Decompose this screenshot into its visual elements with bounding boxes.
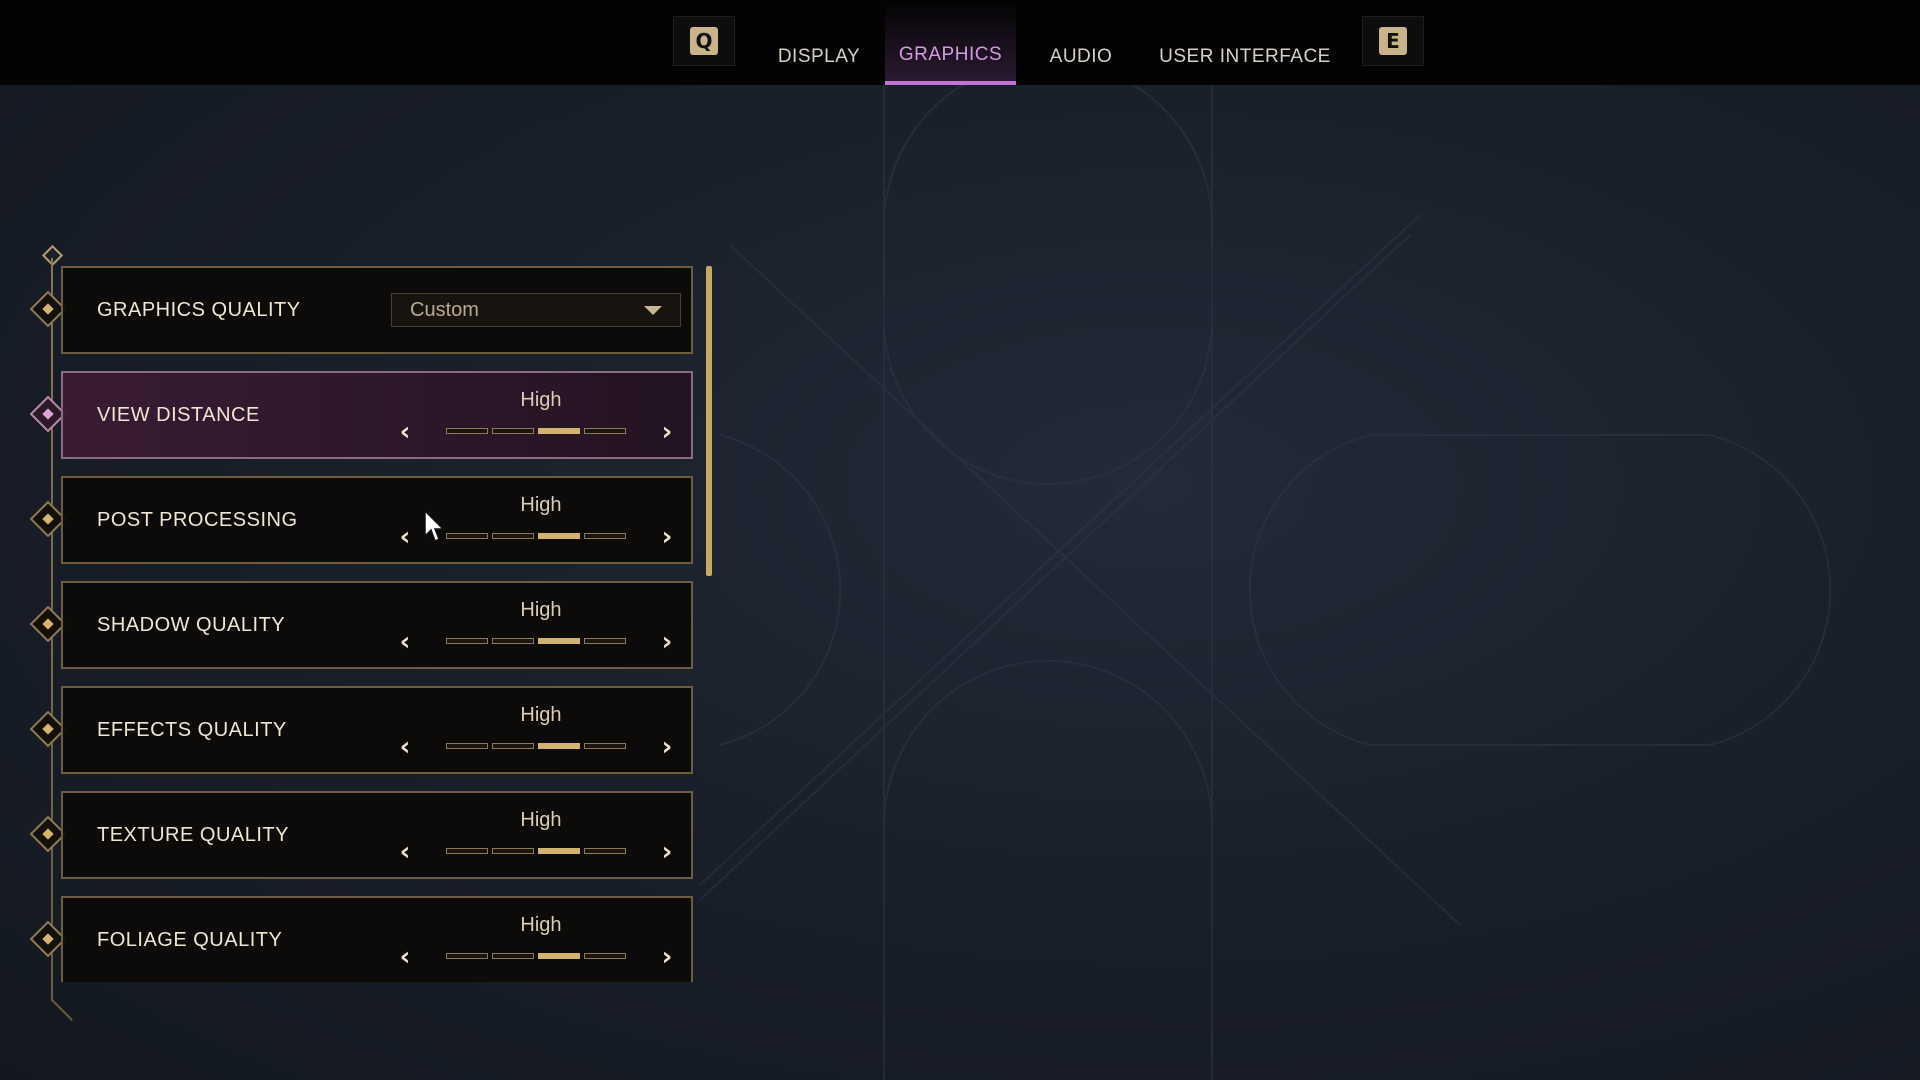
setting-row-texture-quality[interactable]: TEXTURE QUALITY High ‹ › [61,791,693,879]
level-pip-active [538,428,580,434]
dropdown-value: Custom [410,298,479,321]
level-pip [492,638,534,644]
level-pip [584,533,626,539]
chevron-left-icon[interactable]: ‹ [395,419,415,445]
setting-value: High [520,914,562,936]
level-pip [446,848,488,854]
level-pip [492,848,534,854]
level-pip [584,743,626,749]
level-pip [446,533,488,539]
level-indicator [446,743,626,749]
setting-value: High [520,494,562,516]
level-indicator [446,533,626,539]
setting-value: High [520,599,562,621]
level-pip [446,743,488,749]
tab-graphics[interactable]: GRAPHICS [885,0,1016,85]
q-key-icon: Q [690,27,718,55]
caret-down-icon [644,306,662,315]
level-pip [446,638,488,644]
setting-row-post-processing[interactable]: POST PROCESSING High ‹ › [61,476,693,564]
setting-label: SHADOW QUALITY [97,613,286,636]
next-tab-key-button[interactable]: E [1362,16,1424,66]
chevron-left-icon[interactable]: ‹ [395,734,415,760]
settings-scrollbar[interactable] [706,266,712,576]
level-pip [584,638,626,644]
tab-display[interactable]: DISPLAY [760,0,878,85]
setting-row-graphics-quality[interactable]: GRAPHICS QUALITY Custom [61,266,693,354]
chevron-right-icon[interactable]: › [657,419,677,445]
setting-row-foliage-quality[interactable]: FOLIAGE QUALITY High ‹ › [61,896,693,982]
setting-row-effects-quality[interactable]: EFFECTS QUALITY High ‹ › [61,686,693,774]
level-pip [446,953,488,959]
setting-value: High [520,704,562,726]
level-pip-active [538,953,580,959]
chevron-left-icon[interactable]: ‹ [395,629,415,655]
level-indicator [446,638,626,644]
chevron-left-icon[interactable]: ‹ [395,839,415,865]
level-indicator [446,953,626,959]
level-pip-active [538,848,580,854]
level-pip [492,953,534,959]
setting-label: VIEW DISTANCE [97,403,260,426]
chevron-right-icon[interactable]: › [657,839,677,865]
level-pip [584,428,626,434]
level-pip-active [538,743,580,749]
level-pip-active [538,638,580,644]
level-pip [446,428,488,434]
setting-row-view-distance[interactable]: VIEW DISTANCE High ‹ › [61,371,693,459]
level-pip [584,848,626,854]
setting-value: High [520,389,562,411]
setting-label: GRAPHICS QUALITY [97,298,301,321]
graphics-quality-dropdown[interactable]: Custom [391,293,681,327]
setting-row-shadow-quality[interactable]: SHADOW QUALITY High ‹ › [61,581,693,669]
chevron-right-icon[interactable]: › [657,524,677,550]
mouse-cursor-icon [424,510,445,543]
level-pip-active [538,533,580,539]
chevron-left-icon[interactable]: ‹ [395,524,415,550]
setting-label: FOLIAGE QUALITY [97,928,283,951]
chevron-right-icon[interactable]: › [657,944,677,970]
chevron-right-icon[interactable]: › [657,734,677,760]
setting-value: High [520,809,562,831]
chevron-right-icon[interactable]: › [657,629,677,655]
prev-tab-key-button[interactable]: Q [673,16,735,66]
level-pip [492,428,534,434]
chevron-left-icon[interactable]: ‹ [395,944,415,970]
level-pip [492,743,534,749]
tab-audio[interactable]: AUDIO [1030,0,1132,85]
top-tab-bar: Q DISPLAY GRAPHICS AUDIO USER INTERFACE … [0,0,1920,85]
setting-label: EFFECTS QUALITY [97,718,287,741]
level-indicator [446,848,626,854]
level-pip [584,953,626,959]
level-pip [492,533,534,539]
setting-label: POST PROCESSING [97,508,298,531]
level-indicator [446,428,626,434]
e-key-icon: E [1379,27,1407,55]
tab-user-interface[interactable]: USER INTERFACE [1148,0,1342,85]
setting-label: TEXTURE QUALITY [97,823,289,846]
